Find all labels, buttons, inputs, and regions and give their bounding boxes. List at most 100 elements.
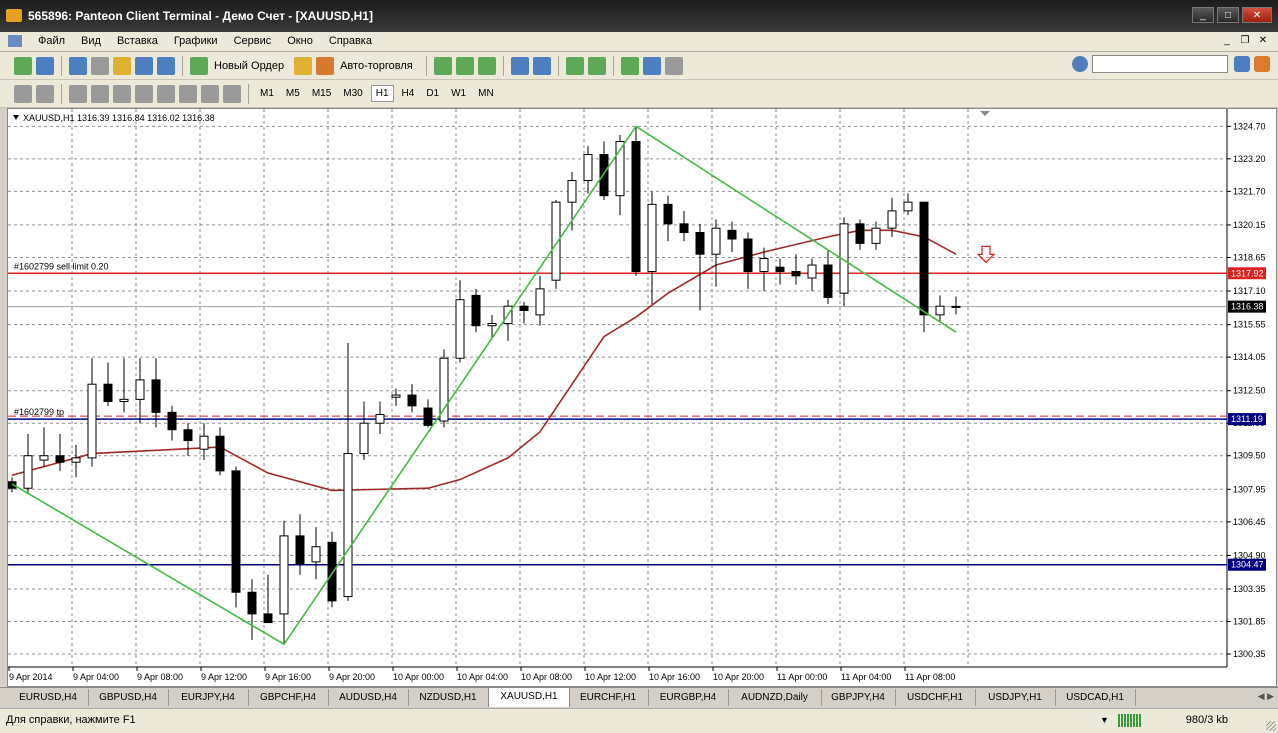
timeframe-m15[interactable]: M15 [308,86,335,101]
candle-body[interactable] [935,305,945,316]
candle-body[interactable] [807,264,817,279]
market-watch-icon[interactable] [69,56,87,75]
tab-nzdusd-h1[interactable]: NZDUSD,H1 [408,689,489,706]
candle-body[interactable] [39,455,49,461]
templates-icon[interactable] [664,56,683,75]
menu-view[interactable]: Вид [73,34,109,49]
candle-body[interactable] [311,546,321,563]
chart-shift-icon[interactable] [587,56,606,75]
candle-body[interactable] [631,141,641,273]
close-button[interactable]: ✕ [1242,7,1272,23]
zoom-in-icon[interactable] [510,56,529,75]
line-chart-icon[interactable] [477,56,496,75]
tab-eurjpy-h4[interactable]: EURJPY,H4 [168,689,249,706]
candle-body[interactable] [375,414,385,424]
candle-body[interactable] [791,271,801,277]
tab-eurgbp-h4[interactable]: EURGBP,H4 [648,689,729,706]
candle-body[interactable] [487,323,497,327]
search-settings-icon[interactable] [1072,56,1088,72]
favorites-icon[interactable] [113,56,131,75]
candle-body[interactable] [599,154,609,197]
tab-usdjpy-h1[interactable]: USDJPY,H1 [975,689,1056,706]
candle-body[interactable] [663,203,673,225]
candle-body[interactable] [119,398,129,403]
candle-body[interactable] [951,305,961,308]
menu-file[interactable]: Файл [30,34,73,49]
candle-body[interactable] [183,429,193,442]
mdi-close-button[interactable]: ✕ [1256,34,1270,48]
timeframe-h4[interactable]: H4 [398,86,419,101]
candle-body[interactable] [23,455,33,489]
timeframe-mn[interactable]: MN [474,86,498,101]
candle-body[interactable] [711,227,721,255]
candle-body[interactable] [231,470,241,593]
candle-body[interactable] [247,591,257,615]
autotrading-icon[interactable] [316,56,335,75]
timeframe-d1[interactable]: D1 [422,86,443,101]
menu-help[interactable]: Справка [321,34,380,49]
terminal-icon[interactable] [135,56,153,75]
fibonacci-icon[interactable] [157,84,175,103]
candle-body[interactable] [455,299,465,359]
candle-body[interactable] [343,453,353,598]
candle-body[interactable] [759,258,769,273]
mdi-restore-button[interactable]: ❐ [1238,34,1252,48]
mdi-minimize-button[interactable]: _ [1220,34,1234,48]
bar-chart-icon[interactable] [433,56,452,75]
candle-body[interactable] [135,379,145,400]
timeframe-w1[interactable]: W1 [447,86,470,101]
timeframe-h1[interactable]: H1 [370,85,394,102]
candle-body[interactable] [679,223,689,234]
chart-window[interactable]: 1324.70 1323.20 1321.70 1320.15 1318.65 1317.… [7,108,1277,687]
equidistant-channel-icon[interactable] [135,84,153,103]
candle-body[interactable] [359,422,369,455]
candle-body[interactable] [535,288,545,316]
candle-body[interactable] [471,294,481,327]
candle-body[interactable] [823,264,833,299]
candle-body[interactable] [87,383,97,459]
indicators-icon[interactable] [620,56,639,75]
minimize-button[interactable]: _ [1192,7,1214,23]
candle-body[interactable] [775,266,785,273]
candle-body[interactable] [743,238,753,273]
timeframe-m5[interactable]: M5 [282,86,304,101]
new-order-button[interactable]: Новый Ордер [214,60,284,72]
candle-body[interactable] [167,411,177,431]
tab-audusd-h4[interactable]: AUDUSD,H4 [328,689,409,706]
new-order-icon[interactable] [190,56,208,75]
metaeditor-icon[interactable] [294,56,313,75]
document-icon[interactable] [8,35,22,47]
candle-body[interactable] [695,232,705,255]
navigator-icon[interactable] [91,56,109,75]
tab-audnzd-daily[interactable]: AUDNZD,Daily [728,689,822,706]
candle-body[interactable] [903,201,913,212]
search-input[interactable] [1092,55,1228,73]
candle-body[interactable] [871,227,881,244]
tab-xauusd-h1[interactable]: XAUUSD,H1 [488,687,570,707]
menu-insert[interactable]: Вставка [109,34,166,49]
text-icon[interactable] [179,84,197,103]
tab-scroll-arrows[interactable]: ◀ ▶ [1258,691,1274,702]
tab-eurusd-h4[interactable]: EURUSD,H4 [8,689,89,706]
candle-body[interactable] [263,613,273,624]
horizontal-line-icon[interactable] [91,84,109,103]
price-chart[interactable]: 1324.70 1323.20 1321.70 1320.15 1318.65 1317.… [8,109,1276,686]
vertical-line-icon[interactable] [69,84,87,103]
resize-grip[interactable] [1266,721,1276,731]
crosshair-icon[interactable] [36,84,54,103]
autoscroll-icon[interactable] [565,56,584,75]
candle-body[interactable] [279,535,289,615]
trendline-icon[interactable] [113,84,131,103]
periods-icon[interactable] [642,56,661,75]
profiles-icon[interactable] [36,56,54,75]
tab-eurchf-h1[interactable]: EURCHF,H1 [568,689,649,706]
autotrading-button[interactable]: Авто-торговля [340,60,413,72]
candle-chart-icon[interactable] [455,56,474,75]
timeframe-m30[interactable]: M30 [339,86,366,101]
tab-gbpusd-h4[interactable]: GBPUSD,H4 [88,689,169,706]
candle-body[interactable] [103,383,113,403]
candle-body[interactable] [407,394,417,407]
cursor-icon[interactable] [14,84,32,103]
candle-body[interactable] [327,541,337,602]
candle-body[interactable] [887,210,897,229]
